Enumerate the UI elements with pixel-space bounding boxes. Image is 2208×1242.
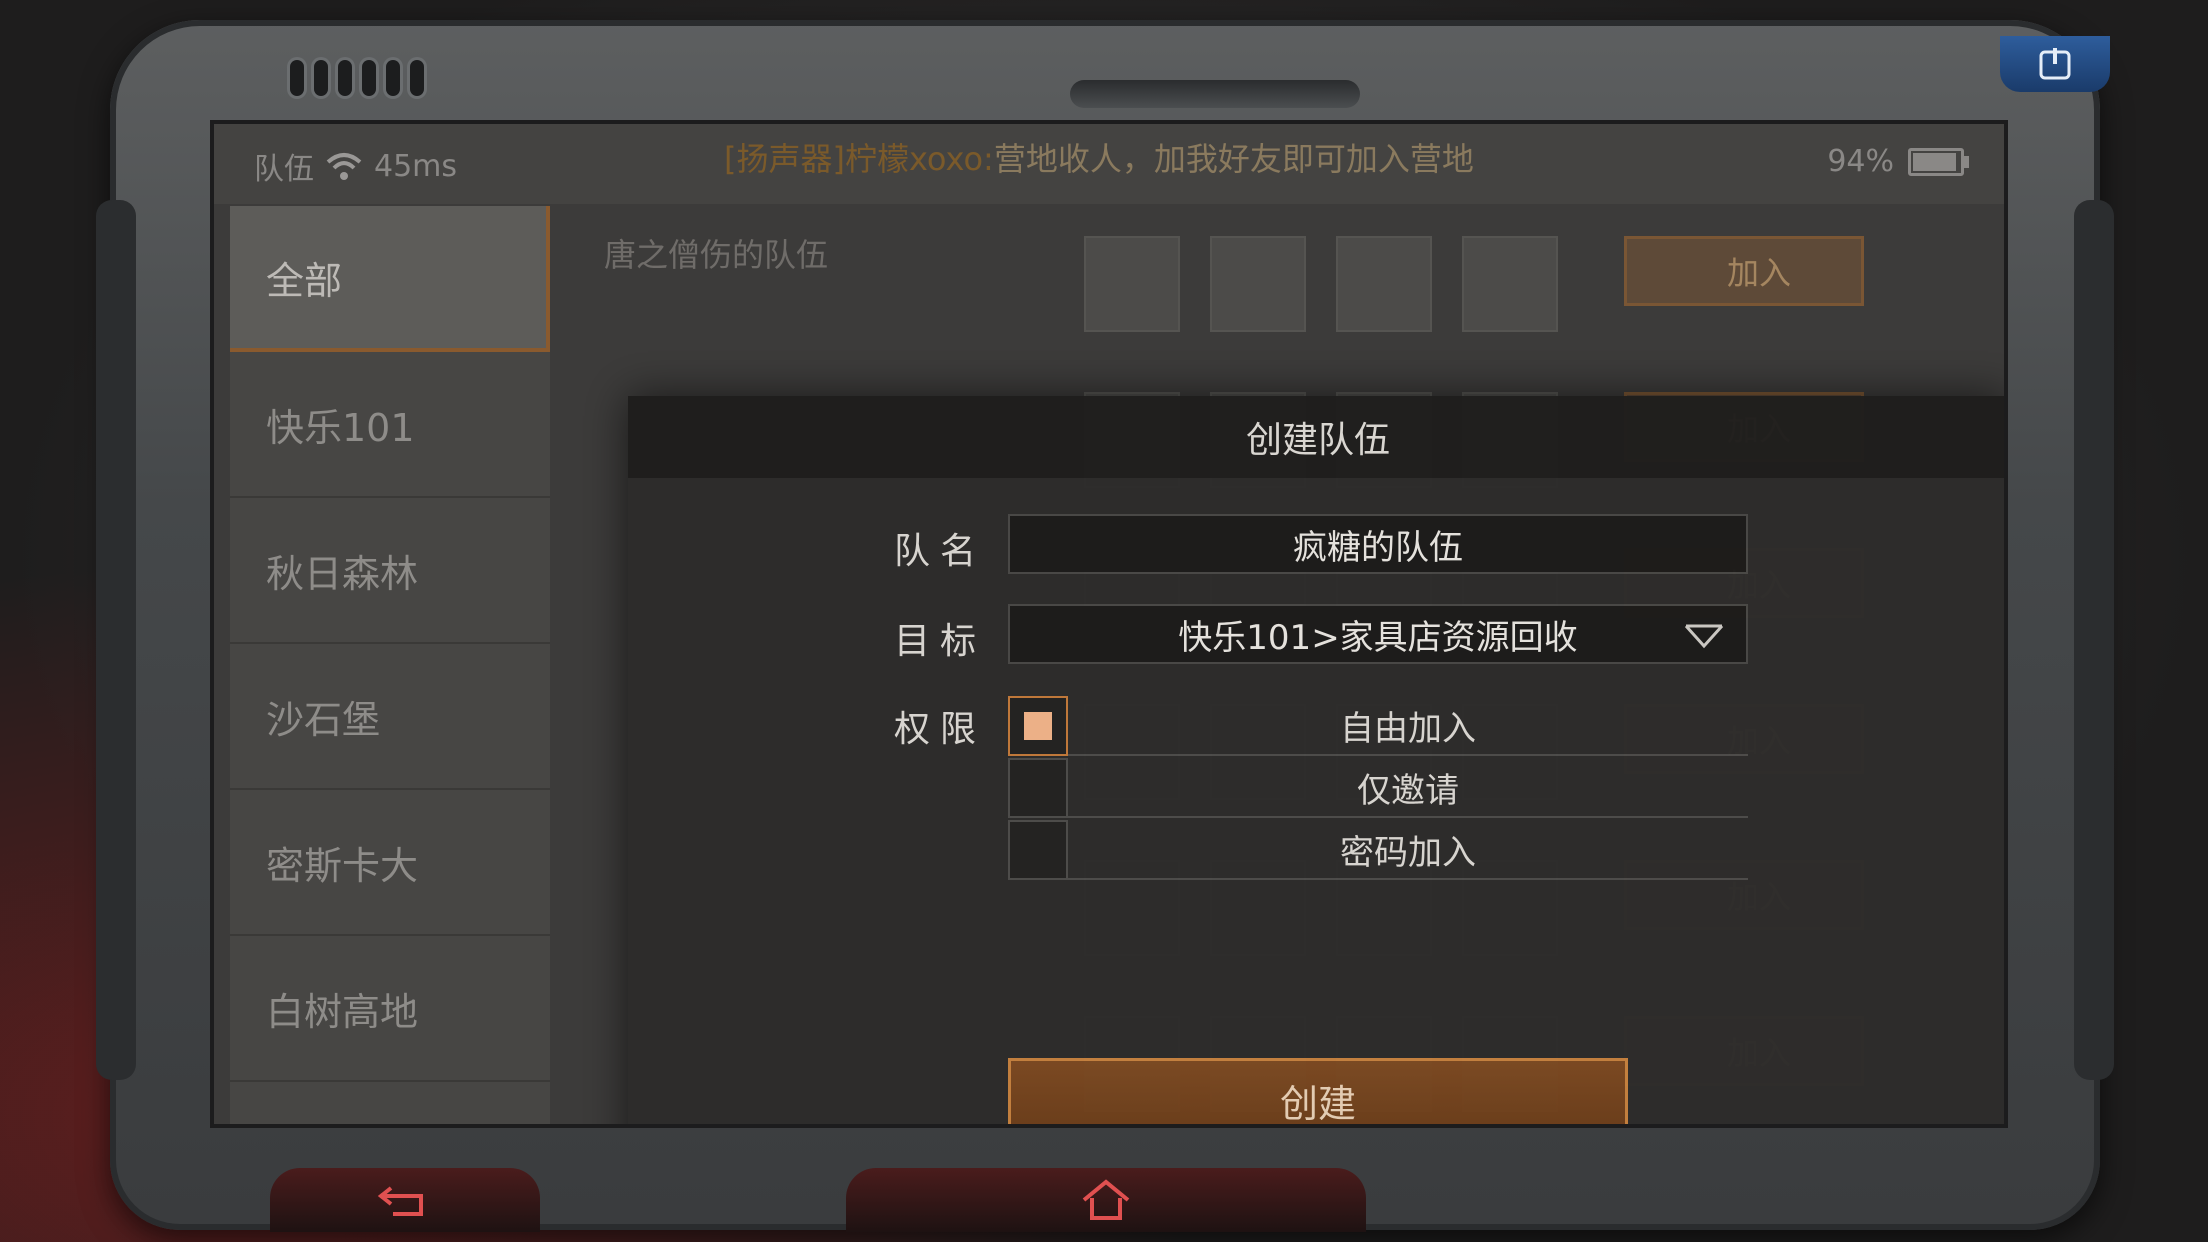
permission-option[interactable]: 仅邀请 <box>1068 758 1748 818</box>
vent <box>362 60 376 96</box>
team-name: 唐之僧伤的队伍 <box>604 236 829 274</box>
create-button[interactable]: 创建 <box>1008 1058 1628 1126</box>
chevron-down-icon <box>1684 624 1724 649</box>
vent <box>290 60 304 96</box>
device-right-rail <box>2074 200 2114 1080</box>
home-button[interactable] <box>846 1168 1366 1232</box>
create-team-dialog: 创建队伍 队名 疯糖的队伍 目标 快乐101>家具店资源回收 权限 自由加入仅邀… <box>628 396 2004 1126</box>
target-label: 目标 <box>894 621 987 662</box>
nav-item-label: 快乐101 <box>266 405 415 450</box>
back-button[interactable] <box>270 1168 540 1232</box>
battery-icon <box>1908 147 1969 176</box>
power-icon <box>2039 48 2071 80</box>
member-slot <box>1336 236 1432 332</box>
permission-label: 权限 <box>894 709 987 750</box>
vent <box>386 60 400 96</box>
back-arrow-icon <box>377 1186 423 1216</box>
member-slots <box>1084 236 1558 332</box>
permission-option-label: 密码加入 <box>1340 832 1476 873</box>
create-button-label: 创建 <box>1279 1081 1356 1126</box>
join-button-label: 加入 <box>1727 254 1792 292</box>
permission-option-label: 仅邀请 <box>1357 770 1459 811</box>
nav-item-label: 白树高地 <box>266 989 419 1034</box>
join-button[interactable]: 加入 <box>1624 236 1864 306</box>
member-slot <box>1084 236 1180 332</box>
nav-item[interactable]: 秋日森林 <box>230 498 550 644</box>
battery-percent: 94% <box>1827 144 1894 179</box>
nav-item-label: 沙石堡 <box>266 697 381 742</box>
permission-checkbox[interactable] <box>1008 758 1068 818</box>
broadcast-message: [扬声器]柠檬xoxo:营地收人，加我好友即可加入营地 <box>724 134 1474 180</box>
team-name-label: 队名 <box>894 531 987 572</box>
device-vents <box>290 60 424 96</box>
permission-option[interactable]: 自由加入 <box>1068 696 1748 756</box>
member-slot <box>1462 236 1558 332</box>
battery-fill <box>1913 152 1957 171</box>
member-slot <box>1210 236 1306 332</box>
wifi-icon <box>326 153 362 180</box>
broadcast-text: 营地收人，加我好友即可加入营地 <box>993 140 1474 178</box>
status-bar: 队伍 45ms [扬声器]柠檬xoxo:营地收人，加我好友即可加入营地 94% <box>214 124 2004 204</box>
team-name-value: 疯糖的队伍 <box>1293 527 1463 568</box>
vent <box>314 60 328 96</box>
team-name-input[interactable]: 疯糖的队伍 <box>1008 514 1748 574</box>
screen: 队伍 45ms [扬声器]柠檬xoxo:营地收人，加我好友即可加入营地 94% … <box>210 120 2008 1128</box>
nav-item[interactable]: 白树高地 <box>230 936 550 1082</box>
nav-item[interactable]: 密斯卡大 <box>230 790 550 936</box>
dialog-title: 创建队伍 <box>1245 420 1390 461</box>
permission-checkbox[interactable] <box>1008 820 1068 880</box>
vent <box>338 60 352 96</box>
nav-item-label: 密斯卡大 <box>266 843 419 888</box>
vent <box>410 60 424 96</box>
permission-option-label: 自由加入 <box>1340 708 1476 749</box>
nav-item-label: 秋日森林 <box>266 551 419 596</box>
target-value: 快乐101>家具店资源回收 <box>1178 617 1578 658</box>
team-row: 唐之僧伤的队伍 加入 <box>564 206 1984 356</box>
section-label: 队伍 <box>254 152 314 187</box>
status-left: 队伍 45ms <box>254 144 457 188</box>
home-icon <box>1082 1179 1130 1220</box>
nav-item[interactable]: 沙石堡 <box>230 644 550 790</box>
broadcast-tag: [扬声器]柠檬xoxo: <box>724 140 994 178</box>
battery-indicator: 94% <box>1827 144 1969 179</box>
ping-value: 45ms <box>374 148 458 184</box>
permission-checkbox[interactable] <box>1008 696 1068 756</box>
left-nav: 全部快乐101 秋日森林沙石堡密斯卡大白树高地 <box>230 206 550 1124</box>
target-dropdown[interactable]: 快乐101>家具店资源回收 <box>1008 604 1748 664</box>
nav-item[interactable]: 全部 <box>230 206 550 352</box>
device-left-rail <box>96 200 136 1080</box>
power-button[interactable] <box>2000 36 2110 92</box>
dialog-header: 创建队伍 <box>628 396 2004 478</box>
nav-item[interactable]: 快乐101 <box>230 352 550 498</box>
device-speaker-slot <box>1070 80 1360 108</box>
permission-option[interactable]: 密码加入 <box>1068 820 1748 880</box>
nav-item-label: 全部 <box>266 258 343 303</box>
